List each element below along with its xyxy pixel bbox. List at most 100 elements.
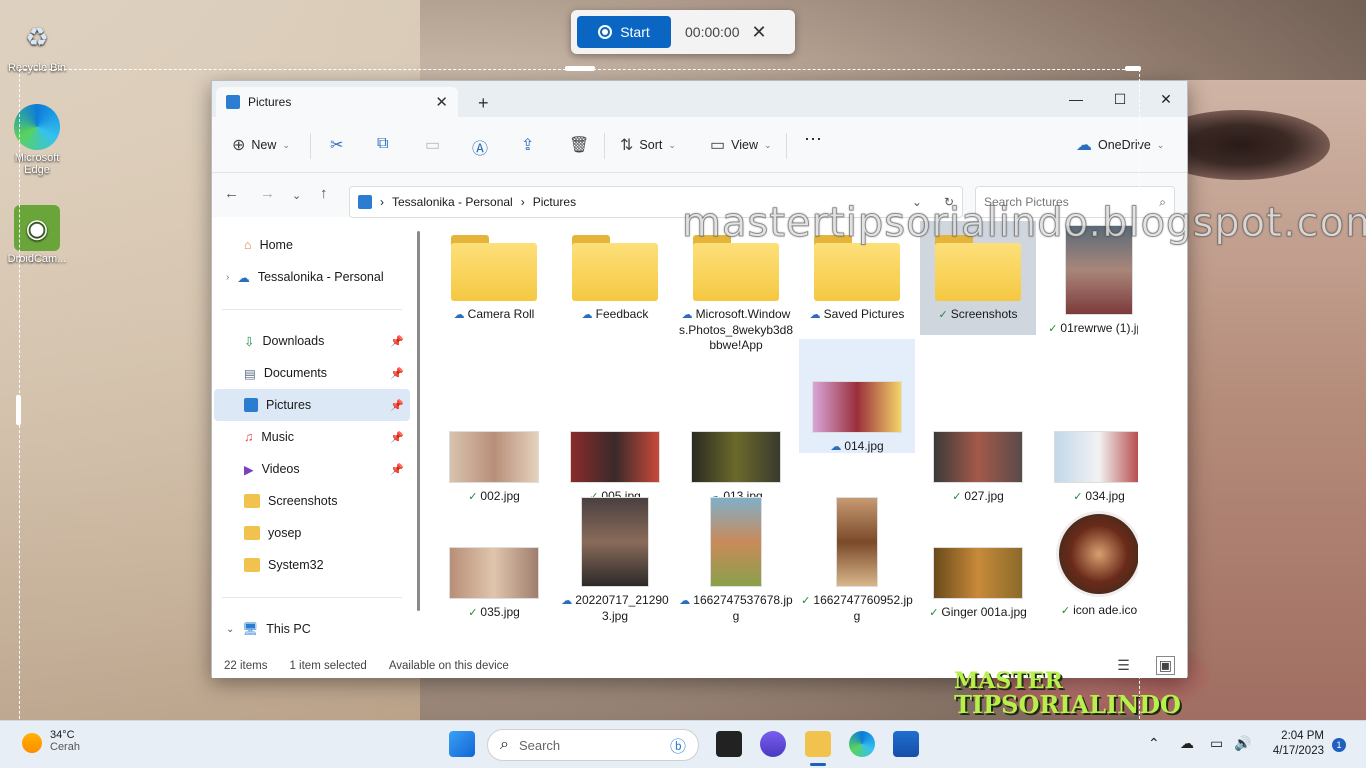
edge-icon[interactable]: [849, 731, 875, 757]
resize-handle[interactable]: [1125, 66, 1141, 71]
sort-button[interactable]: ⇅ Sort ⌄: [620, 135, 676, 155]
resize-handle[interactable]: [565, 66, 595, 71]
scissors-icon: ✂: [330, 137, 344, 154]
file-item[interactable]: ☁ 1662747537678.jpg: [678, 491, 794, 624]
view-icon: ▭: [710, 137, 726, 154]
chevron-up-icon[interactable]: ⌃: [1148, 735, 1160, 752]
sidebar-item-screenshots[interactable]: Screenshots: [214, 485, 410, 517]
share-button[interactable]: ⇪: [521, 135, 534, 155]
image-thumbnail: [933, 431, 1023, 483]
sidebar-item-this-pc[interactable]: ⌄ 🖥 This PC: [214, 613, 410, 645]
file-item[interactable]: ✓ 002.jpg: [436, 421, 552, 505]
pin-icon[interactable]: 📌: [390, 431, 404, 444]
onedrive-button[interactable]: ☁ OneDrive ⌄: [1076, 135, 1164, 155]
file-explorer-icon[interactable]: [805, 731, 831, 757]
image-thumbnail: [710, 497, 762, 587]
teams-icon[interactable]: [760, 731, 786, 757]
file-item[interactable]: ✓ 1662747760952.jpg: [799, 491, 915, 624]
pin-icon[interactable]: 📌: [390, 399, 404, 412]
image-thumbnail: [691, 431, 781, 483]
music-icon: ♫: [244, 430, 254, 444]
clock[interactable]: 2:04 PM 4/17/2023: [1262, 729, 1324, 759]
pin-icon[interactable]: 📌: [390, 463, 404, 476]
network-icon[interactable]: ▭: [1210, 735, 1223, 752]
folder-icon: [572, 235, 658, 301]
sidebar-item-yosep[interactable]: yosep: [214, 517, 410, 549]
sidebar-item-music[interactable]: ♫ Music 📌: [214, 421, 410, 453]
breadcrumb-item[interactable]: Tessalonika - Personal: [392, 195, 513, 209]
file-item[interactable]: ✓ 035.jpg: [436, 537, 552, 621]
cloud-status-icon: ☁: [681, 309, 693, 321]
recording-timer: 00:00:00: [685, 24, 740, 40]
synced-status-icon: ✓: [929, 607, 939, 619]
notification-badge[interactable]: 1: [1332, 738, 1346, 752]
droidcam-icon: ◉: [14, 205, 60, 251]
start-recording-button[interactable]: Start: [577, 16, 671, 48]
cloud-icon: ☁: [237, 270, 250, 285]
chevron-down-icon: ⌄: [226, 623, 235, 635]
recent-chevron-icon[interactable]: ⌄: [292, 189, 301, 202]
task-view-icon[interactable]: [716, 731, 742, 757]
desktop-edge[interactable]: Microsoft Edge: [6, 104, 68, 176]
synced-status-icon: ✓: [952, 491, 962, 503]
command-bar: ⊕ New ⌄ ✂ ⧉ ▭ Ⓐ ⇪ 🗑 ⇅ Sort ⌄ ▭ View ⌄ ⋯ …: [212, 117, 1187, 173]
close-icon[interactable]: ✕: [752, 22, 767, 43]
taskbar-search[interactable]: ⌕ Search ⓑ: [487, 729, 699, 761]
window-close-button[interactable]: ✕: [1144, 85, 1188, 113]
view-button[interactable]: ▭ View ⌄: [710, 135, 772, 155]
synced-status-icon: ✓: [1060, 605, 1071, 617]
back-arrow-icon[interactable]: ←: [224, 185, 239, 202]
tab-close-icon[interactable]: ✕: [435, 93, 448, 111]
file-item[interactable]: ☁ 20220717_212903.jpg: [557, 491, 673, 624]
more-options-button[interactable]: ⋯: [804, 129, 822, 150]
file-item[interactable]: ☁ 014.jpg: [799, 339, 915, 453]
maximize-button[interactable]: ☐: [1098, 85, 1142, 113]
rename-button[interactable]: Ⓐ: [472, 135, 488, 159]
tab-pictures[interactable]: Pictures ✕: [216, 87, 458, 117]
desktop-recycle-bin[interactable]: ♻ Recycle Bin: [6, 14, 68, 75]
sidebar-item-pictures[interactable]: Pictures 📌: [214, 389, 410, 421]
file-item[interactable]: ✓ 027.jpg: [920, 421, 1036, 505]
desktop-droidcam[interactable]: ◉ DroidCam...: [6, 205, 68, 265]
breadcrumb-item[interactable]: Pictures: [533, 195, 576, 209]
copy-button[interactable]: ⧉: [377, 135, 388, 153]
file-item[interactable]: ✓ 034.jpg: [1041, 421, 1138, 505]
volume-icon[interactable]: 🔊: [1234, 735, 1251, 752]
sidebar-scrollbar[interactable]: [417, 231, 420, 611]
watermark-text: mastertipsorialindo.blogspot.com: [682, 200, 1366, 247]
file-item[interactable]: ✓ Ginger 001a.jpg: [920, 537, 1036, 621]
store-icon[interactable]: [893, 731, 919, 757]
weather-widget[interactable]: 34°C Cerah: [22, 729, 80, 753]
windows-start-icon[interactable]: [449, 731, 475, 757]
folder-item[interactable]: ☁ Camera Roll: [436, 225, 552, 323]
sidebar-item-videos[interactable]: ▶ Videos 📌: [214, 453, 410, 485]
image-thumbnail: [1054, 431, 1138, 483]
sidebar-item-system32[interactable]: System32: [214, 549, 410, 581]
up-arrow-icon[interactable]: ↑: [320, 185, 328, 202]
pin-icon[interactable]: 📌: [390, 367, 404, 380]
cut-button[interactable]: ✂: [330, 135, 343, 155]
search-icon: ⌕: [500, 736, 509, 753]
forward-arrow-icon[interactable]: →: [260, 185, 275, 202]
file-grid: ☁ Camera Roll ☁ Feedback ☁ Microsoft.Window…: [428, 221, 1138, 653]
pictures-icon: [244, 398, 258, 412]
cloud-icon[interactable]: ☁: [1180, 735, 1194, 752]
sidebar-item-documents[interactable]: ▤ Documents 📌: [214, 357, 410, 389]
separator: [222, 309, 402, 310]
delete-button[interactable]: 🗑: [569, 135, 589, 155]
pin-icon[interactable]: 📌: [390, 335, 404, 348]
image-thumbnail: [836, 497, 878, 587]
paste-button[interactable]: ▭: [425, 135, 440, 155]
new-button[interactable]: ⊕ New ⌄: [232, 135, 290, 155]
share-icon: ⇪: [521, 137, 535, 154]
sidebar-item-downloads[interactable]: ⇩ Downloads 📌: [214, 325, 410, 357]
new-tab-button[interactable]: +: [478, 93, 489, 114]
file-item[interactable]: ✓ icon ade.ico: [1041, 501, 1138, 619]
sidebar-item-home[interactable]: ⌂ Home: [214, 229, 410, 261]
folder-item[interactable]: ☁ Feedback: [557, 225, 673, 323]
synced-status-icon: ✓: [801, 595, 811, 607]
sidebar-item-tessalonika[interactable]: › ☁ Tessalonika - Personal: [214, 261, 410, 293]
record-icon: [598, 25, 613, 39]
separator: [604, 133, 605, 159]
minimize-button[interactable]: —: [1054, 85, 1098, 113]
